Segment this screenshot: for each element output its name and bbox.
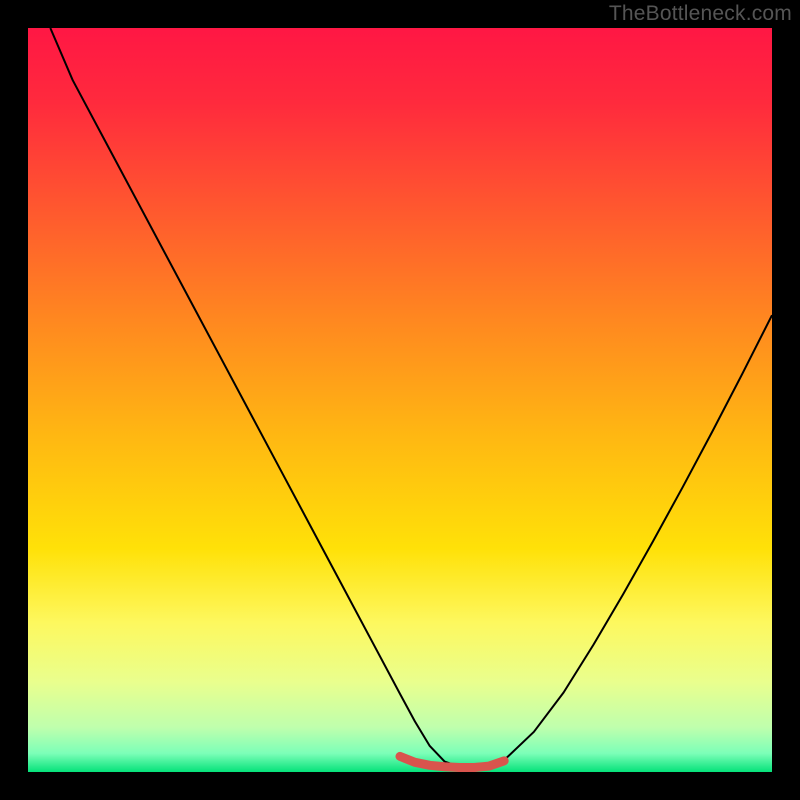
bottleneck-chart — [28, 28, 772, 772]
chart-stage: TheBottleneck.com — [0, 0, 800, 800]
plot-area — [28, 28, 772, 772]
gradient-background — [28, 28, 772, 772]
watermark-label: TheBottleneck.com — [609, 2, 792, 26]
